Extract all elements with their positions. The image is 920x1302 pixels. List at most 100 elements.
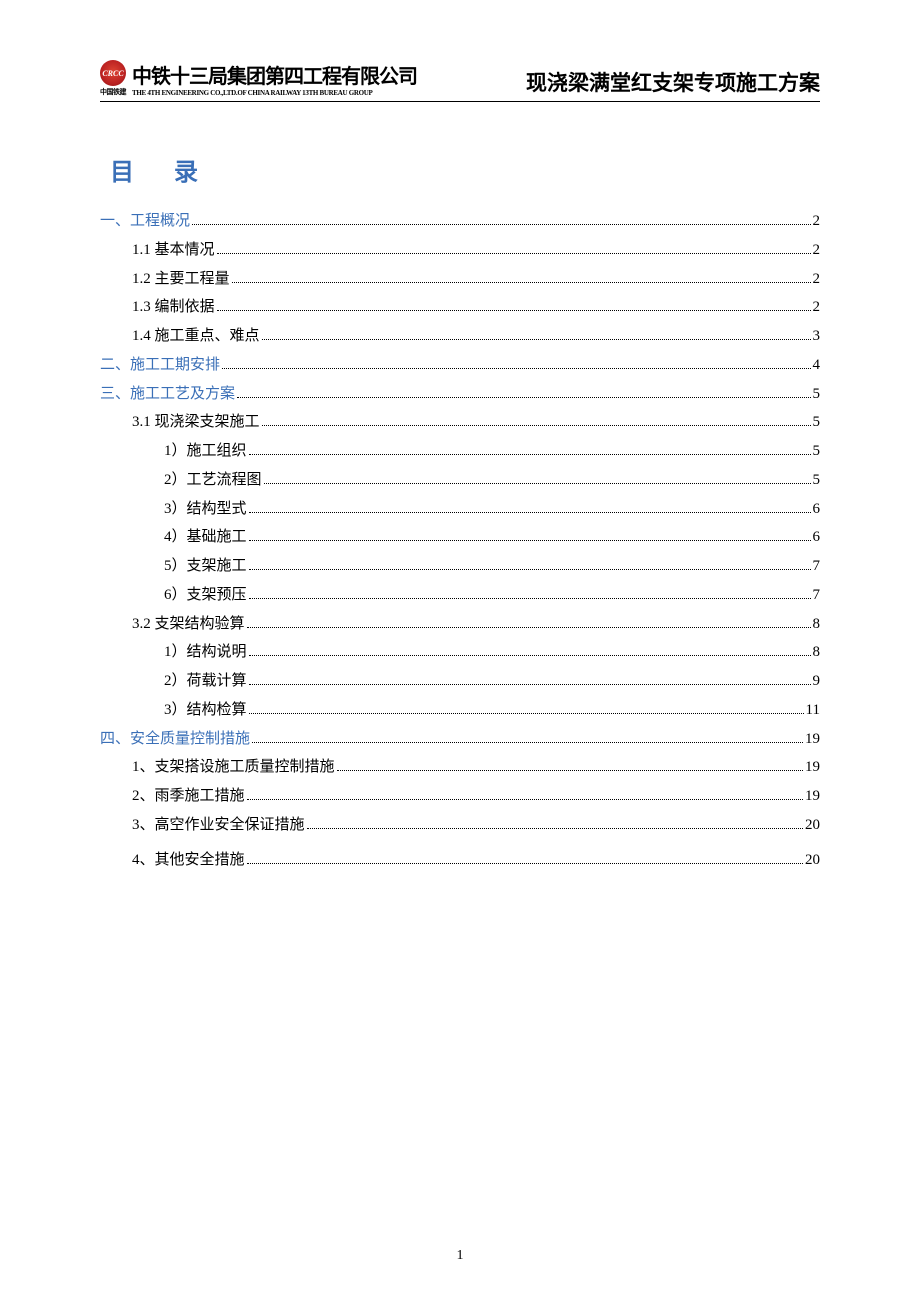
toc-entry-label: 2、雨季施工措施 [132,786,245,808]
toc-leader-dots [232,282,811,283]
toc-entry[interactable]: 4、其他安全措施 20 [100,850,820,872]
toc-entry-page: 2 [813,240,821,262]
toc-entry-label: 3）结构检算 [164,700,247,722]
toc-entry[interactable]: 5）支架施工 7 [100,556,820,578]
toc-entry[interactable]: 1）施工组织 5 [100,441,820,463]
toc-leader-dots [192,224,810,225]
toc-leader-dots [262,425,811,426]
toc-entry[interactable]: 1、支架搭设施工质量控制措施 19 [100,757,820,779]
company-name-cn: 中铁十三局集团第四工程有限公司 [132,60,417,89]
toc-leader-dots [249,684,811,685]
toc-leader-dots [249,655,811,656]
company-logo-block: CRCC 中国铁建 中铁十三局集团第四工程有限公司 THE 4TH ENGINE… [100,60,417,97]
toc-leader-dots [217,253,811,254]
toc-entry[interactable]: 3）结构型式 6 [100,499,820,521]
page-number: 1 [0,1248,920,1264]
toc-entry-page: 5 [813,384,821,406]
toc-leader-dots [247,863,803,864]
toc-leader-dots [249,713,804,714]
toc-entry-label: 2）荷载计算 [164,671,247,693]
toc-entry-page: 2 [813,211,821,233]
toc-entry-page: 9 [813,671,821,693]
toc-entry[interactable]: 6）支架预压 7 [100,585,820,607]
toc-leader-dots [307,828,803,829]
toc-entry-page: 7 [813,556,821,578]
toc-entry-label: 6）支架预压 [164,585,247,607]
toc-entry[interactable]: 一、工程概况 2 [100,211,820,233]
toc-entry-label: 1.2 主要工程量 [132,269,230,291]
toc-entry-label: 四、安全质量控制措施 [100,729,250,751]
toc-entry-label: 1）结构说明 [164,642,247,664]
toc-entry-page: 5 [813,441,821,463]
toc-entry-page: 7 [813,585,821,607]
toc-entry[interactable]: 四、安全质量控制措施 19 [100,729,820,751]
toc-entry-page: 5 [813,470,821,492]
toc-entry-page: 5 [813,412,821,434]
toc-leader-dots [264,483,811,484]
toc-entry-page: 2 [813,269,821,291]
toc-leader-dots [247,799,803,800]
toc-entry-page: 6 [813,499,821,521]
toc-leader-dots [249,598,811,599]
crcc-logo-badge: CRCC [100,60,126,86]
toc-entry-page: 19 [805,729,820,751]
toc-entry[interactable]: 1.2 主要工程量 2 [100,269,820,291]
toc-leader-dots [249,540,811,541]
toc-leader-dots [252,742,803,743]
toc-entry-page: 3 [813,326,821,348]
toc-entry-label: 1.1 基本情况 [132,240,215,262]
toc-leader-dots [222,368,810,369]
crcc-logo-subtext: 中国铁建 [100,87,126,97]
toc-entry-page: 19 [805,757,820,779]
toc-entry-label: 1.3 编制依据 [132,297,215,319]
toc-leader-dots [237,397,810,398]
toc-entry-page: 19 [805,786,820,808]
toc-leader-dots [249,569,811,570]
toc-heading: 目录 [110,152,820,187]
company-name-en: THE 4TH ENGINEERING CO.,LTD.OF CHINA RAI… [132,89,417,97]
toc-entry-page: 20 [805,850,820,872]
toc-entry-label: 1.4 施工重点、难点 [132,326,260,348]
toc-entry[interactable]: 3）结构检算 11 [100,700,820,722]
toc-entry[interactable]: 2）工艺流程图5 [100,470,820,492]
page-header: CRCC 中国铁建 中铁十三局集团第四工程有限公司 THE 4TH ENGINE… [100,60,820,102]
toc-entry[interactable]: 3、高空作业安全保证措施 20 [100,815,820,837]
toc-entry-label: 三、施工工艺及方案 [100,384,235,406]
toc-entry[interactable]: 1.1 基本情况 2 [100,240,820,262]
toc-leader-dots [217,310,811,311]
toc-entry-page: 8 [813,614,821,636]
toc-entry-page: 20 [805,815,820,837]
toc-entry[interactable]: 2、雨季施工措施 19 [100,786,820,808]
toc-entry-label: 3）结构型式 [164,499,247,521]
toc-entry[interactable]: 1.4 施工重点、难点 3 [100,326,820,348]
crcc-logo-icon: CRCC 中国铁建 [100,60,126,97]
toc-entry[interactable]: 3.1 现浇梁支架施工 5 [100,412,820,434]
table-of-contents: 一、工程概况 2 1.1 基本情况 2 1.2 主要工程量 2 1.3 编制依据 2 1.4 施… [100,211,820,871]
toc-entry-label: 二、施工工期安排 [100,355,220,377]
toc-entry-page: 2 [813,297,821,319]
toc-entry-label: 3.1 现浇梁支架施工 [132,412,260,434]
toc-entry-page: 8 [813,642,821,664]
toc-leader-dots [249,454,811,455]
toc-entry-label: 1、支架搭设施工质量控制措施 [132,757,335,779]
toc-entry[interactable]: 3.2 支架结构验算 8 [100,614,820,636]
toc-entry-label: 一、工程概况 [100,211,190,233]
company-name-block: 中铁十三局集团第四工程有限公司 THE 4TH ENGINEERING CO.,… [132,60,417,97]
toc-entry[interactable]: 1）结构说明 8 [100,642,820,664]
toc-entry-label: 4）基础施工 [164,527,247,549]
toc-entry-label: 4、其他安全措施 [132,850,245,872]
toc-leader-dots [247,627,811,628]
toc-entry-label: 5）支架施工 [164,556,247,578]
toc-entry-page: 11 [806,700,820,722]
toc-entry[interactable]: 4）基础施工 6 [100,527,820,549]
toc-entry-page: 6 [813,527,821,549]
toc-leader-dots [249,512,811,513]
toc-entry-label: 1）施工组织 [164,441,247,463]
toc-entry[interactable]: 2）荷载计算 9 [100,671,820,693]
toc-entry[interactable]: 三、施工工艺及方案 5 [100,384,820,406]
toc-entry-label: 3.2 支架结构验算 [132,614,245,636]
toc-leader-dots [262,339,811,340]
toc-entry[interactable]: 二、施工工期安排4 [100,355,820,377]
toc-entry[interactable]: 1.3 编制依据 2 [100,297,820,319]
toc-entry-label: 3、高空作业安全保证措施 [132,815,305,837]
